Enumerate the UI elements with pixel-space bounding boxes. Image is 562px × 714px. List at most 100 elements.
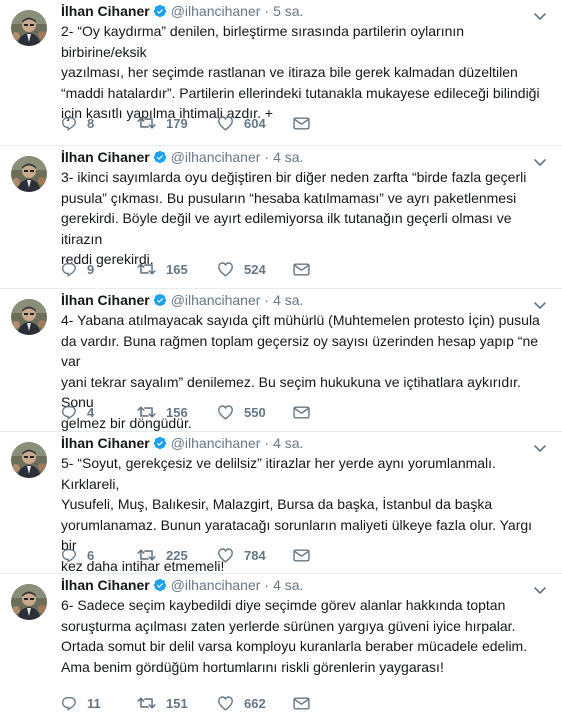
chevron-down-icon[interactable] <box>534 8 546 20</box>
tweet-2[interactable]: İlhan Cihaner @ilhancihaner · 4 sa. 3- i… <box>0 146 562 289</box>
chevron-down-icon[interactable] <box>534 582 546 594</box>
retweet-icon <box>137 115 156 131</box>
like-icon <box>217 404 234 420</box>
tweet-3[interactable]: İlhan Cihaner @ilhancihaner · 4 sa. 4- Y… <box>0 289 562 432</box>
retweet-button[interactable]: 165 <box>137 260 188 278</box>
reply-count: 6 <box>87 547 95 563</box>
retweet-button[interactable]: 225 <box>137 546 188 564</box>
direct-message-icon <box>293 262 310 276</box>
reply-icon <box>61 115 77 131</box>
tweet-header: İlhan Cihaner @ilhancihaner · 4 sa. <box>61 576 303 594</box>
direct-message-button[interactable] <box>293 694 310 712</box>
author-username[interactable]: @ilhancihaner <box>171 435 261 451</box>
author-fullname[interactable]: İlhan Cihaner <box>61 435 150 451</box>
avatar[interactable] <box>11 584 47 620</box>
separator-dot: · <box>264 292 270 308</box>
tweet-timestamp[interactable]: 4 sa. <box>273 435 303 451</box>
direct-message-icon <box>293 405 310 419</box>
direct-message-icon <box>293 116 310 130</box>
like-count: 604 <box>244 115 266 131</box>
retweet-icon <box>137 404 156 420</box>
reply-icon <box>61 261 77 277</box>
retweet-count: 225 <box>166 547 188 563</box>
reply-icon <box>61 404 77 420</box>
like-icon <box>217 695 234 711</box>
direct-message-button[interactable] <box>293 546 310 564</box>
retweet-button[interactable]: 179 <box>137 114 188 132</box>
like-count: 524 <box>244 261 266 277</box>
retweet-count: 156 <box>166 404 188 420</box>
like-button[interactable]: 662 <box>217 694 266 712</box>
avatar-image <box>11 156 47 192</box>
reply-count: 4 <box>87 404 95 420</box>
tweet-timestamp[interactable]: 5 sa. <box>273 3 303 19</box>
author-fullname[interactable]: İlhan Cihaner <box>61 577 150 593</box>
chevron-down-icon[interactable] <box>534 440 546 452</box>
reply-icon <box>61 695 77 711</box>
reply-button[interactable]: 9 <box>61 260 94 278</box>
like-button[interactable]: 524 <box>217 260 266 278</box>
reply-button[interactable]: 4 <box>61 403 94 421</box>
verified-badge-icon <box>153 4 167 18</box>
like-icon <box>217 261 234 277</box>
author-username[interactable]: @ilhancihaner <box>171 577 261 593</box>
retweet-count: 165 <box>166 261 188 277</box>
reply-button[interactable]: 8 <box>61 114 94 132</box>
tweet-text: 3- ikinci sayımlarda oyu değiştiren bir … <box>61 169 527 268</box>
tweet-header: İlhan Cihaner @ilhancihaner · 4 sa. <box>61 148 303 166</box>
tweet-4[interactable]: İlhan Cihaner @ilhancihaner · 4 sa. 5- “… <box>0 432 562 574</box>
like-icon <box>217 115 234 131</box>
retweet-count: 179 <box>166 115 188 131</box>
direct-message-icon <box>293 696 310 710</box>
reply-count: 8 <box>87 115 95 131</box>
like-button[interactable]: 604 <box>217 114 266 132</box>
tweet-timestamp[interactable]: 4 sa. <box>273 292 303 308</box>
like-count: 784 <box>244 547 266 563</box>
avatar[interactable] <box>11 442 47 478</box>
avatar[interactable] <box>11 299 47 335</box>
direct-message-icon <box>293 548 310 562</box>
direct-message-button[interactable] <box>293 260 310 278</box>
like-count: 550 <box>244 404 266 420</box>
author-fullname[interactable]: İlhan Cihaner <box>61 149 150 165</box>
avatar-image <box>11 442 47 478</box>
author-fullname[interactable]: İlhan Cihaner <box>61 3 150 19</box>
tweet-text: 6- Sadece seçim kaybedildi diye seçimde … <box>61 597 528 675</box>
tweet-header: İlhan Cihaner @ilhancihaner · 4 sa. <box>61 434 303 452</box>
author-username[interactable]: @ilhancihaner <box>171 149 261 165</box>
direct-message-button[interactable] <box>293 403 310 421</box>
separator-dot: · <box>264 435 270 451</box>
retweet-icon <box>137 261 156 277</box>
avatar[interactable] <box>11 10 47 46</box>
like-button[interactable]: 784 <box>217 546 266 564</box>
retweet-icon <box>137 547 156 563</box>
tweet-1[interactable]: İlhan Cihaner @ilhancihaner · 5 sa. 2- “… <box>0 0 562 146</box>
reply-button[interactable]: 6 <box>61 546 94 564</box>
tweet-timestamp[interactable]: 4 sa. <box>273 577 303 593</box>
avatar-image <box>11 10 47 46</box>
avatar-image <box>11 584 47 620</box>
tweet-5[interactable]: İlhan Cihaner @ilhancihaner · 4 sa. 6- S… <box>0 574 562 714</box>
chevron-down-icon[interactable] <box>534 154 546 166</box>
reply-count: 11 <box>87 695 101 711</box>
author-fullname[interactable]: İlhan Cihaner <box>61 292 150 308</box>
reply-button[interactable]: 11 <box>61 694 101 712</box>
tweet-text: 2- “Oy kaydırma” denilen, birleştirme sı… <box>61 23 540 122</box>
retweet-button[interactable]: 156 <box>137 403 188 421</box>
reply-count: 9 <box>87 261 95 277</box>
tweet-header: İlhan Cihaner @ilhancihaner · 4 sa. <box>61 291 303 309</box>
avatar[interactable] <box>11 156 47 192</box>
like-icon <box>217 547 234 563</box>
tweet-timestamp[interactable]: 4 sa. <box>273 149 303 165</box>
retweet-count: 151 <box>166 695 188 711</box>
chevron-down-icon[interactable] <box>534 297 546 309</box>
separator-dot: · <box>264 577 270 593</box>
verified-badge-icon <box>153 150 167 164</box>
author-username[interactable]: @ilhancihaner <box>171 3 261 19</box>
like-button[interactable]: 550 <box>217 403 266 421</box>
retweet-button[interactable]: 151 <box>137 694 188 712</box>
direct-message-button[interactable] <box>293 114 310 132</box>
verified-badge-icon <box>153 293 167 307</box>
reply-icon <box>61 547 77 563</box>
author-username[interactable]: @ilhancihaner <box>171 292 261 308</box>
